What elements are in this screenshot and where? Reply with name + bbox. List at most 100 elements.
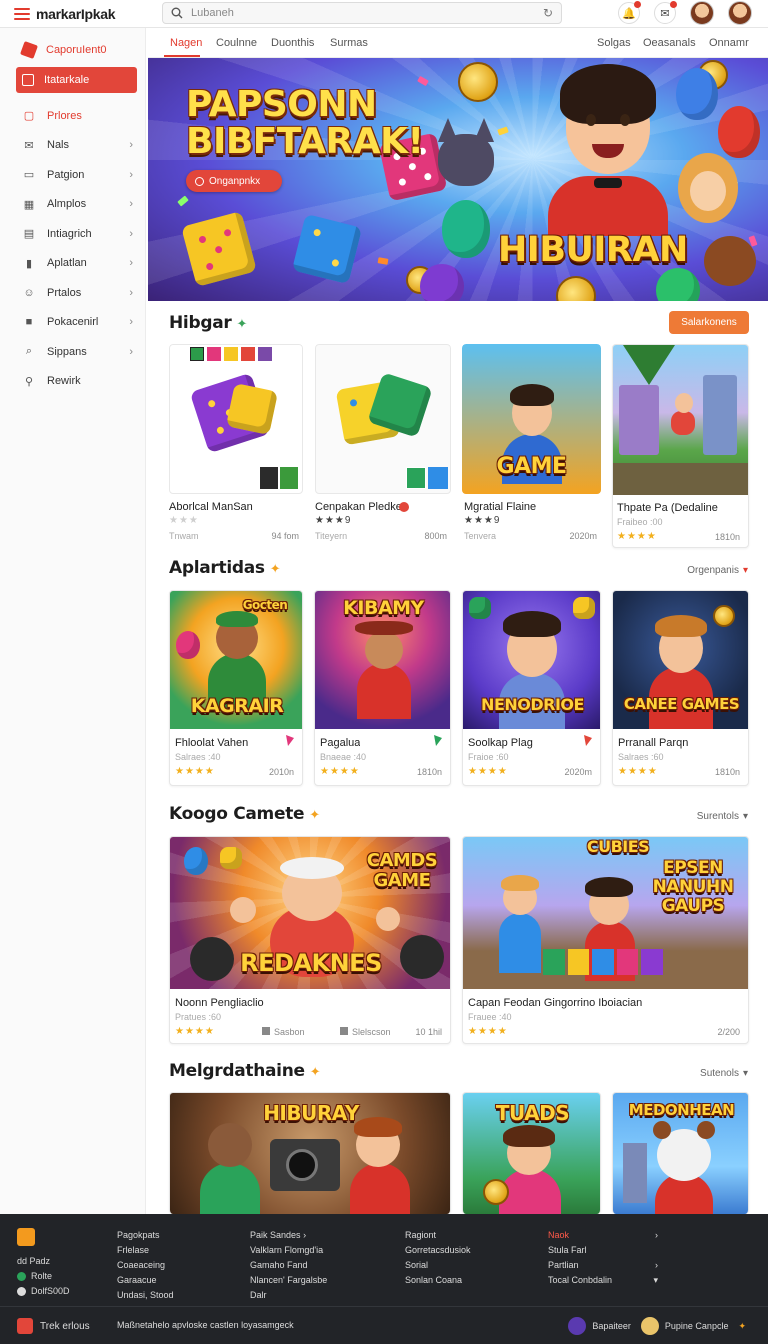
see-all-button[interactable]: Salarkonens bbox=[669, 311, 749, 334]
tab-solgas[interactable]: Solgas bbox=[597, 37, 631, 49]
hamburger-menu-icon[interactable] bbox=[14, 7, 30, 20]
footer-link[interactable]: Ragiont bbox=[405, 1228, 471, 1243]
chevron-right-icon: › bbox=[655, 1260, 658, 1270]
sidebar-item-prlores[interactable]: ▢ Prlores bbox=[0, 101, 145, 131]
footer-link[interactable]: Sonlan Coana bbox=[405, 1273, 471, 1288]
footer-social-item[interactable]: Rolte bbox=[17, 1269, 70, 1284]
footer-badge[interactable]: Pupine Canpcle bbox=[640, 1317, 728, 1335]
avatar-secondary[interactable] bbox=[728, 1, 752, 25]
card-title: Cenpakan Pledke bbox=[315, 501, 402, 513]
footer-link[interactable]: Naok › bbox=[548, 1228, 658, 1243]
card-meta-right: 2020m bbox=[569, 531, 597, 541]
notification-icon[interactable]: 🔔 bbox=[618, 1, 641, 24]
card-meta-left: Tnwam bbox=[169, 531, 199, 541]
section-title-text: Melgrdathaine bbox=[169, 1061, 305, 1081]
game-card[interactable]: GAME Mgratial Flaine ★★★9 Tenvera 2020m bbox=[462, 344, 601, 548]
sidebar-item-prtalos[interactable]: ☺ Prtalos › bbox=[0, 278, 145, 308]
sidebar-item-rewirk[interactable]: ⚲ Rewirk bbox=[0, 367, 145, 397]
game-thumbnail: Gocten KAGRAIR bbox=[170, 591, 302, 729]
footer-link[interactable]: Gorretacsdusiok bbox=[405, 1243, 471, 1258]
game-card[interactable]: MEDONHEAN bbox=[612, 1092, 749, 1214]
footer-link[interactable]: Coaeaceing bbox=[117, 1258, 174, 1273]
thumb-chips bbox=[260, 467, 298, 489]
chevron-down-icon: ▾ bbox=[742, 811, 748, 822]
app-logo[interactable]: markarIpkak bbox=[36, 6, 116, 22]
section-link[interactable]: Sutenols ▾ bbox=[700, 1068, 748, 1079]
sidebar-item-intiagrich[interactable]: ▤ Intiagrich › bbox=[0, 219, 145, 249]
game-card[interactable]: KIBAMY Pagalua Bnaeae :40 ★★★★ 1810n bbox=[314, 590, 451, 786]
search-input[interactable]: Lubaneh ↻ bbox=[162, 2, 562, 24]
footer-badge[interactable]: Bapaiteer bbox=[568, 1317, 631, 1335]
footer-brand[interactable]: Trek erlous bbox=[17, 1318, 90, 1334]
game-card[interactable]: NENODRIOE Soolkap Plag Fraioe :60 ★★★★ 2… bbox=[462, 590, 601, 786]
game-card[interactable]: Cenpakan Pledke ★★★9 Titeyern 800m bbox=[315, 344, 451, 548]
reload-icon[interactable]: ↻ bbox=[543, 6, 553, 20]
tab-oeasanals[interactable]: Oeasanals bbox=[643, 37, 696, 49]
footer-social-label: dd Padz bbox=[17, 1256, 51, 1266]
sidebar-item-nals[interactable]: ✉ Nals › bbox=[0, 131, 145, 161]
sidebar-item-aplatlan[interactable]: ▮ Aplatlan › bbox=[0, 249, 145, 279]
thumbnail-logo-text: GAME bbox=[496, 454, 567, 479]
chevron-right-icon: › bbox=[129, 345, 133, 358]
card-title: Soolkap Plag bbox=[468, 737, 533, 749]
thumbnail-logo-text: EPSEN NANUHN GAUPS bbox=[652, 858, 734, 916]
sidebar-item-active[interactable]: Itatarkale bbox=[16, 67, 137, 93]
sidebar: CaporuIent0 Itatarkale ▢ Prlores ✉ Nals › ▭ Pa… bbox=[0, 28, 146, 1214]
footer-link[interactable]: Pagokpats bbox=[117, 1228, 174, 1243]
footer-link[interactable]: Valklarn Flomgd'ia bbox=[250, 1243, 350, 1258]
sidebar-item-pokacenirl[interactable]: ■ Pokacenirl › bbox=[0, 308, 145, 338]
chevron-right-icon: › bbox=[129, 316, 133, 329]
sidebar-item-sippans[interactable]: ⌕ Sippans › bbox=[0, 337, 145, 367]
square-icon: ■ bbox=[25, 316, 33, 329]
card-meta-right: 2/200 bbox=[717, 1027, 740, 1037]
sidebar-header[interactable]: CaporuIent0 bbox=[0, 28, 145, 62]
game-card[interactable]: TUADS bbox=[462, 1092, 601, 1214]
sidebar-item-label: Sippans bbox=[47, 345, 87, 358]
footer-link[interactable]: Paik Sandes › bbox=[250, 1228, 350, 1243]
footer-link[interactable]: Frlelase bbox=[117, 1243, 174, 1258]
footer-link[interactable]: Nlancen' Fargalsbe bbox=[250, 1273, 350, 1288]
chevron-right-icon: › bbox=[129, 227, 133, 240]
card-meta-mid-text: Sasbon bbox=[274, 1027, 305, 1037]
game-card[interactable]: Gocten KAGRAIR Fhloolat Vahen Salraes :4… bbox=[169, 590, 303, 786]
card-title: Capan Feodan Gingorrino Iboiacian bbox=[468, 997, 643, 1009]
tab-surmas[interactable]: Surmas bbox=[330, 37, 368, 49]
footer-link[interactable]: Partlian › bbox=[548, 1258, 658, 1273]
game-card[interactable]: Aborlcal ManSan ★★★ Tnwam 94 fom bbox=[169, 344, 303, 548]
bookmark-icon: ▮ bbox=[25, 257, 33, 270]
bookmark-icon[interactable] bbox=[285, 735, 294, 746]
game-card-wide[interactable]: CUBIES EPSEN NANUHN GAUPS Capan Feodan G… bbox=[462, 836, 749, 1044]
card-rating: ★★★★ bbox=[320, 766, 360, 777]
bookmark-icon[interactable] bbox=[433, 735, 442, 746]
game-card[interactable]: Thpate Pa (Dedaline Fraibeo :00 ★★★★ 181… bbox=[612, 344, 749, 548]
footer-link[interactable]: Tocal Conbdalin ▾ bbox=[548, 1273, 658, 1288]
footer-link[interactable]: Stula Farl bbox=[548, 1243, 658, 1258]
bookmark-icon[interactable] bbox=[583, 735, 592, 746]
tab-onnamr[interactable]: Onnamr bbox=[709, 37, 749, 49]
avatar[interactable] bbox=[690, 1, 714, 25]
footer-link[interactable]: Sorial bbox=[405, 1258, 471, 1273]
section-title: Aplartidas ✦ bbox=[169, 558, 281, 578]
hero-cta-button[interactable]: Onganpnkx bbox=[186, 170, 282, 192]
game-card[interactable]: CANEE GAMES Prranall Parqn Salraes :60 ★… bbox=[612, 590, 749, 786]
footer-link-label: Stula Farl bbox=[548, 1245, 587, 1255]
section-link[interactable]: Orgenpanis ▾ bbox=[687, 565, 748, 576]
message-icon[interactable]: ✉ bbox=[654, 1, 677, 24]
color-chip-row bbox=[190, 347, 280, 361]
footer-link[interactable]: Undasi, Stood bbox=[117, 1288, 174, 1303]
tab-nagen[interactable]: Nagen bbox=[170, 37, 202, 49]
sidebar-item-almplos[interactable]: ▦ Almplos › bbox=[0, 190, 145, 220]
footer-social-item[interactable]: dd Padz bbox=[17, 1254, 70, 1269]
footer-link[interactable]: Gamaho Fand bbox=[250, 1258, 350, 1273]
footer-logo-icon[interactable] bbox=[17, 1228, 35, 1246]
hero-banner[interactable]: PAPSONN BIBFTARAK! Onganpnkx HIBUIRAN bbox=[148, 58, 768, 301]
section-link[interactable]: Surentols ▾ bbox=[697, 811, 748, 822]
footer-link[interactable]: Dalr bbox=[250, 1288, 350, 1303]
sidebar-item-patgion[interactable]: ▭ Patgion › bbox=[0, 160, 145, 190]
tab-duonthis[interactable]: Duonthis bbox=[271, 37, 314, 49]
game-card-wide[interactable]: CAMDS GAME REDAKNES Noonn Pengliaclio Pr… bbox=[169, 836, 451, 1044]
footer-social-item[interactable]: DolfS00D bbox=[17, 1284, 70, 1299]
game-card-wide[interactable]: HIBURAY bbox=[169, 1092, 451, 1214]
tab-coulnne[interactable]: Coulnne bbox=[216, 37, 257, 49]
footer-link[interactable]: Garaacue bbox=[117, 1273, 174, 1288]
